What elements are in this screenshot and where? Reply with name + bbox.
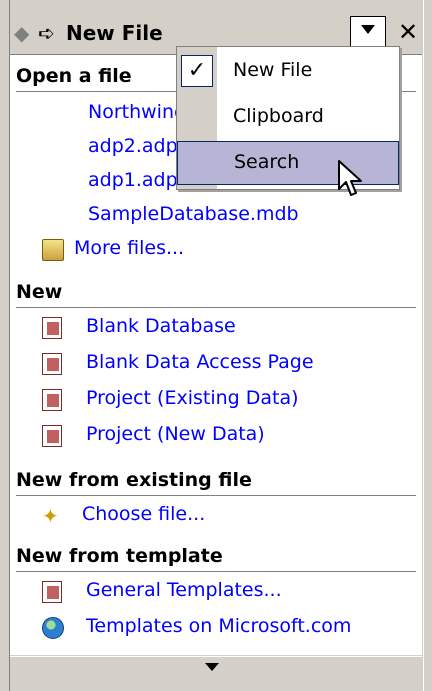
recent-file-link[interactable]: adp2.adp [88,135,178,157]
menu-item-label: New File [233,59,313,81]
check-icon: ✓ [181,55,213,87]
open-folder-icon [42,239,64,261]
section-divider [16,495,416,496]
project-existing-icon [42,389,62,411]
section-divider [16,307,416,308]
data-access-page-icon [42,353,62,375]
choose-file-link[interactable]: Choose file... [82,503,205,525]
recent-file-link[interactable]: Northwind [88,101,186,123]
new-blank-database-link[interactable]: Blank Database [86,315,236,337]
forward-arrow-icon[interactable]: ➪ [38,20,58,46]
section-divider [16,571,416,572]
task-pane: ◆ ➪ New File ✕ Open a file Northwind adp… [0,0,432,691]
menu-item-label: Search [234,151,300,173]
mouse-cursor-icon [338,160,362,196]
chevron-down-icon [361,25,375,34]
scroll-down-bar[interactable] [10,656,422,679]
template-icon [42,581,62,603]
new-project-existing-link[interactable]: Project (Existing Data) [86,387,299,409]
pane-title: New File [66,21,163,45]
pane-dropdown-button[interactable] [350,16,386,48]
menu-item-clipboard[interactable]: Clipboard [177,95,399,139]
menu-item-search[interactable]: Search [177,141,399,185]
new-blank-data-access-page-link[interactable]: Blank Data Access Page [86,351,314,373]
recent-file-link[interactable]: adp1.adp [88,169,178,191]
close-icon[interactable]: ✕ [394,16,422,48]
more-files-link[interactable]: More files... [74,237,184,259]
project-new-icon [42,425,62,447]
menu-item-new-file[interactable]: ✓ New File [177,49,399,93]
globe-icon [42,617,64,639]
pane-switch-menu: ✓ New File Clipboard Search [176,46,400,190]
section-heading-existing: New from existing file [16,469,252,491]
section-heading-new: New [16,281,63,303]
section-heading-open: Open a file [16,65,132,87]
new-project-new-link[interactable]: Project (New Data) [86,423,265,445]
chevron-down-icon [205,663,219,671]
new-from-file-icon: ✦ [42,504,59,528]
menu-item-label: Clipboard [233,105,324,127]
right-border [423,0,432,691]
left-border [0,0,10,691]
templates-online-link[interactable]: Templates on Microsoft.com [86,615,351,637]
back-arrow-icon[interactable]: ◆ [14,20,34,46]
access-database-icon [42,317,62,339]
recent-file-link[interactable]: SampleDatabase.mdb [88,203,299,225]
section-heading-template: New from template [16,545,223,567]
general-templates-link[interactable]: General Templates... [86,579,282,601]
